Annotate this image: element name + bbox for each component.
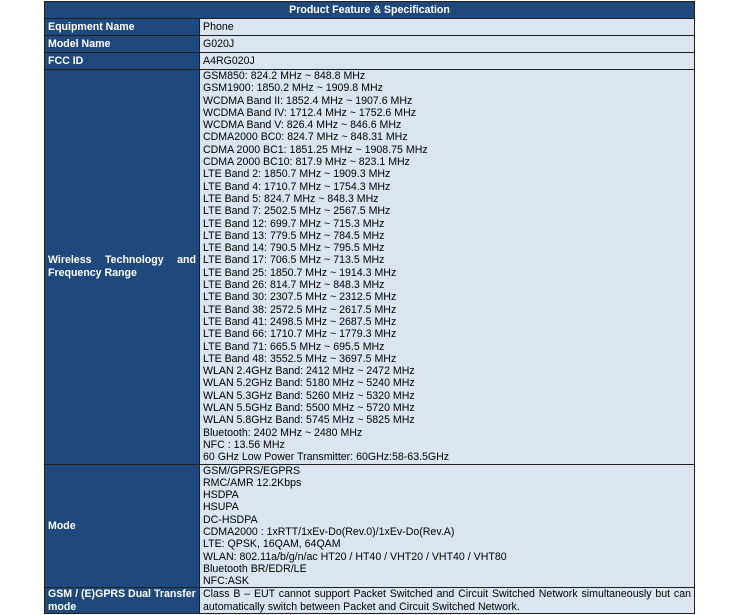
mode-line: GSM/GPRS/EGPRS: [203, 464, 301, 477]
wireless-line: LTE Band 30: 2307.5 MHz ~ 2312.5 MHz: [203, 291, 397, 304]
wireless-line: WLAN 5.8GHz Band: 5745 MHz ~ 5825 MHz: [203, 414, 415, 427]
mode-label: Mode: [44, 463, 200, 589]
mode-line: NFC:ASK: [203, 575, 249, 588]
table-row-model-name: Model Name G020J: [44, 35, 696, 53]
product-spec-table: Product Feature & Specification Equipmen…: [43, 1, 696, 615]
mode-line: Bluetooth BR/EDR/LE: [203, 562, 307, 575]
mode-line: DC-HSDPA: [203, 513, 258, 526]
wireless-line: LTE Band 17: 706.5 MHz ~ 713.5 MHz: [203, 254, 385, 267]
wireless-line: WLAN 5.2GHz Band: 5180 MHz ~ 5240 MHz: [203, 377, 415, 390]
model-name-label: Model Name: [44, 35, 200, 53]
wireless-label: Wireless Technology and Frequency Range: [44, 69, 200, 465]
wireless-line: LTE Band 41: 2498.5 MHz ~ 2687.5 MHz: [203, 315, 397, 328]
wireless-line: LTE Band 7: 2502.5 MHz ~ 2567.5 MHz: [203, 205, 391, 218]
wireless-line: GSM1900: 1850.2 MHz ~ 1909.8 MHz: [203, 82, 383, 95]
table-row-equipment-name: Equipment Name Phone: [44, 18, 696, 36]
mode-line: RMC/AMR 12.2Kbps: [203, 476, 302, 489]
mode-line: HSDPA: [203, 489, 239, 502]
wireless-line: LTE Band 5: 824.7 MHz ~ 848.3 MHz: [203, 192, 379, 205]
wireless-values: GSM850: 824.2 MHz ~ 848.8 MHz GSM1900: 1…: [198, 69, 696, 465]
wireless-line: LTE Band 66: 1710.7 MHz ~ 1779.3 MHz: [203, 328, 397, 341]
wireless-line: LTE Band 2: 1850.7 MHz ~ 1909.3 MHz: [203, 168, 391, 181]
model-name-value: G020J: [198, 35, 696, 53]
wireless-line: WCDMA Band IV: 1712.4 MHz ~ 1752.6 MHz: [203, 106, 417, 119]
wireless-line: LTE Band 26: 814.7 MHz ~ 848.3 MHz: [203, 279, 385, 292]
dual-transfer-value: Class B – EUT cannot support Packet Swit…: [198, 587, 696, 615]
table-row-mode: Mode GSM/GPRS/EGPRS RMC/AMR 12.2Kbps HSD…: [44, 463, 696, 589]
wireless-line: LTE Band 48: 3552.5 MHz ~ 3697.5 MHz: [203, 352, 397, 365]
table-header-row: Product Feature & Specification: [43, 1, 696, 19]
wireless-line: WLAN 2.4GHz Band: 2412 MHz ~ 2472 MHz: [203, 365, 415, 378]
wireless-line: LTE Band 14: 790.5 MHz ~ 795.5 MHz: [203, 242, 385, 255]
mode-line: CDMA2000 : 1xRTT/1xEv-Do(Rev.0)/1xEv-Do(…: [203, 525, 455, 538]
wireless-line: LTE Band 25: 1850.7 MHz ~ 1914.3 MHz: [203, 266, 397, 279]
wireless-line: 60 GHz Low Power Transmitter: 60GHz:58-6…: [203, 451, 450, 464]
fcc-id-value: A4RG020J: [198, 52, 696, 70]
wireless-line: LTE Band 4: 1710.7 MHz ~ 1754.3 MHz: [203, 180, 391, 193]
wireless-line: WLAN 5.5GHz Band: 5500 MHz ~ 5720 MHz: [203, 402, 415, 415]
fcc-id-label: FCC ID: [44, 52, 200, 70]
mode-line: HSUPA: [203, 501, 239, 514]
wireless-line: GSM850: 824.2 MHz ~ 848.8 MHz: [203, 70, 366, 82]
dual-transfer-label: GSM / (E)GPRS Dual Transfer mode: [44, 587, 200, 615]
table-title: Product Feature & Specification: [43, 1, 696, 19]
mode-line: WLAN: 802.11a/b/g/n/ac HT20 / HT40 / VHT…: [203, 550, 507, 563]
wireless-line: CDMA2000 BC0: 824.7 MHz ~ 848.31 MHz: [203, 131, 408, 144]
wireless-line: WCDMA Band V: 826.4 MHz ~ 846.6 MHz: [203, 119, 402, 132]
wireless-line: LTE Band 71: 665.5 MHz ~ 695.5 MHz: [203, 340, 385, 353]
mode-values: GSM/GPRS/EGPRS RMC/AMR 12.2Kbps HSDPA HS…: [198, 463, 696, 589]
table-row-fcc-id: FCC ID A4RG020J: [44, 52, 696, 70]
wireless-line: CDMA 2000 BC10: 817.9 MHz ~ 823.1 MHz: [203, 156, 410, 169]
wireless-line: LTE Band 38: 2572.5 MHz ~ 2617.5 MHz: [203, 303, 397, 316]
wireless-line: WLAN 5.3GHz Band: 5260 MHz ~ 5320 MHz: [203, 389, 415, 402]
wireless-line: WCDMA Band II: 1852.4 MHz ~ 1907.6 MHz: [203, 94, 413, 107]
equipment-name-value: Phone: [198, 18, 696, 36]
table-row-dual-transfer: GSM / (E)GPRS Dual Transfer mode Class B…: [44, 587, 696, 615]
wireless-line: CDMA 2000 BC1: 1851.25 MHz ~ 1908.75 MHz: [203, 143, 428, 156]
wireless-line: LTE Band 12: 699.7 MHz ~ 715.3 MHz: [203, 217, 385, 230]
mode-line: LTE: QPSK, 16QAM, 64QAM: [203, 538, 341, 551]
wireless-line: NFC : 13.56 MHz: [203, 438, 285, 451]
wireless-line: LTE Band 13: 779.5 MHz ~ 784.5 MHz: [203, 229, 385, 242]
equipment-name-label: Equipment Name: [44, 18, 200, 36]
wireless-line: Bluetooth: 2402 MHz ~ 2480 MHz: [203, 426, 363, 439]
table-row-wireless: Wireless Technology and Frequency Range …: [44, 69, 696, 465]
